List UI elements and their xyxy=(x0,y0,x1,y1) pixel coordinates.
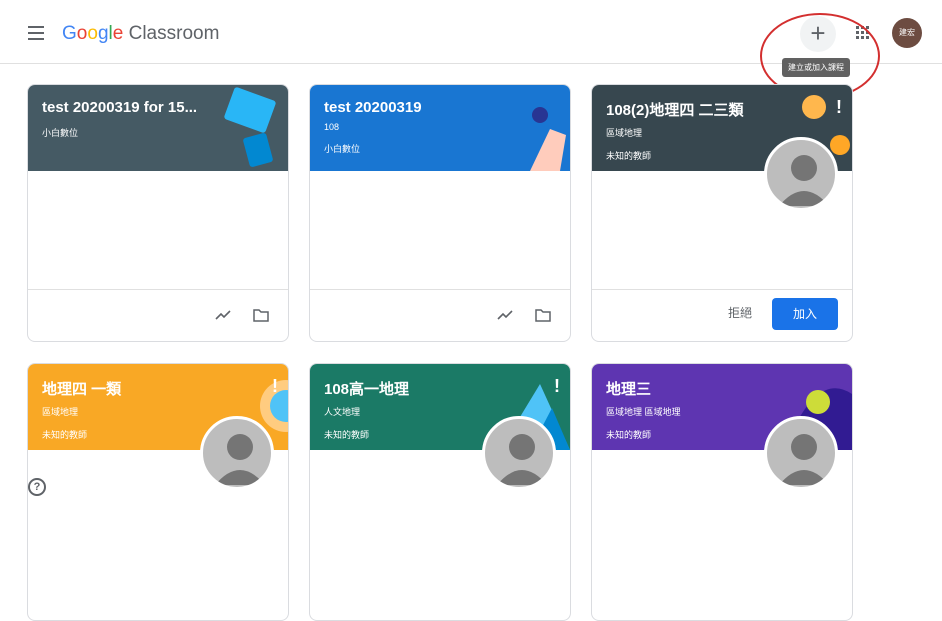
help-icon[interactable]: ? xyxy=(28,478,46,496)
trending-up-icon[interactable] xyxy=(214,306,232,324)
card-footer: 拒絕 加入 xyxy=(592,289,852,341)
tablet-illustration xyxy=(224,87,276,167)
class-card[interactable]: ! 108(2)地理四 二三類 區域地理 未知的教師 拒絕 加入 xyxy=(591,84,853,342)
hamburger-menu-icon[interactable] xyxy=(28,26,44,40)
card-footer xyxy=(310,289,570,341)
teacher-avatar xyxy=(482,416,556,490)
more-options-icon[interactable]: ! xyxy=(836,97,842,118)
card-header[interactable]: test 20200319 108 小白數位 xyxy=(310,85,570,171)
rocket-illustration xyxy=(530,107,566,171)
class-title[interactable]: 地理四 一類 xyxy=(42,378,252,399)
trending-up-icon[interactable] xyxy=(496,306,514,324)
account-avatar[interactable]: 建宏 xyxy=(892,18,922,48)
folder-icon[interactable] xyxy=(252,306,270,324)
decline-button[interactable]: 拒絕 xyxy=(728,304,752,321)
google-classroom-logo[interactable]: Google Classroom xyxy=(62,22,219,46)
class-card[interactable]: test 20200319 108 小白數位 xyxy=(309,84,571,342)
teacher-avatar xyxy=(200,416,274,490)
teacher-avatar xyxy=(764,416,838,490)
class-card[interactable]: ! 地理四 一類 區域地理 未知的教師 xyxy=(27,363,289,621)
logo-letter: o xyxy=(87,23,98,44)
more-options-icon[interactable]: ! xyxy=(554,376,560,397)
logo-letter: g xyxy=(97,23,109,44)
logo-classroom-text: Classroom xyxy=(128,23,220,44)
class-card[interactable]: ! 108高一地理 人文地理 未知的教師 xyxy=(309,363,571,621)
class-card[interactable]: 地理三 區域地理 區域地理 未知的教師 xyxy=(591,363,853,621)
logo-letter: e xyxy=(112,23,124,44)
more-options-icon[interactable]: ! xyxy=(272,376,278,397)
card-header[interactable]: test 20200319 for 15... 小白數位 xyxy=(28,85,288,171)
teacher-avatar xyxy=(764,137,838,211)
folder-icon[interactable] xyxy=(534,306,552,324)
class-card[interactable]: test 20200319 for 15... 小白數位 xyxy=(27,84,289,342)
card-footer xyxy=(28,289,288,341)
join-button[interactable]: 加入 xyxy=(772,298,838,330)
logo-letter: o xyxy=(76,23,88,44)
logo-letter: G xyxy=(62,23,77,44)
class-title[interactable]: 108(2)地理四 二三類 xyxy=(606,99,816,120)
